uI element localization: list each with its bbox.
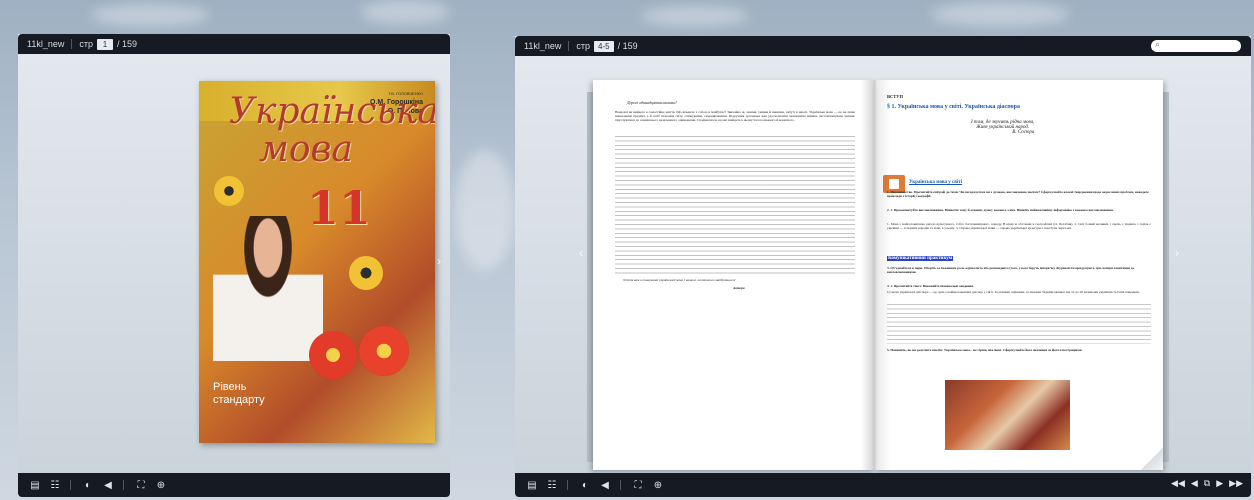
task-3: 3. Об’єднайтеся в пари. Оберіть за бажан… bbox=[887, 266, 1134, 275]
previous-page-arrow[interactable]: ‹ bbox=[579, 246, 583, 260]
page-label: стр bbox=[576, 41, 590, 51]
page-curl-corner[interactable] bbox=[1141, 448, 1163, 470]
book-cover[interactable]: Т.В. ГОЛОВЧЕНКО О.М. Горошкіна А.О. Попо… bbox=[199, 81, 435, 443]
divider bbox=[71, 39, 73, 49]
page-total: / 159 bbox=[617, 41, 638, 51]
search-icon: ⌕ bbox=[1155, 39, 1161, 49]
fullscreen-icon[interactable]: ⛶ bbox=[134, 478, 148, 492]
task-2-text: 1. Мова є найголовнішою рисою культурног… bbox=[887, 222, 1151, 231]
cover-level-line1: Рівень bbox=[213, 381, 247, 393]
left-page[interactable]: Дорогі одинадцятикласники! Невдовзі ви в… bbox=[593, 80, 875, 470]
cloud bbox=[455, 150, 515, 270]
flower-illustration bbox=[214, 176, 244, 206]
cover-title-line1: Українська bbox=[229, 91, 435, 132]
next-page-icon[interactable]: ▶ bbox=[1216, 478, 1223, 489]
last-page-icon[interactable]: ▶▶ bbox=[1229, 478, 1243, 489]
lesson-heading: § 1. Українська мова у світі. Українська… bbox=[887, 104, 1021, 110]
search-input[interactable]: ⌕ bbox=[1151, 39, 1241, 52]
document-title: 11kl_new bbox=[27, 39, 65, 49]
slide-title: Українська мова у світі bbox=[909, 180, 963, 185]
previous-page-icon[interactable]: ◀ bbox=[1191, 478, 1198, 489]
zoom-icon[interactable]: ⊕ bbox=[154, 478, 168, 492]
epigraph-author: В. Сосюра bbox=[1012, 130, 1035, 135]
top-toolbar: 11kl_new стр 1 / 159 bbox=[18, 34, 450, 54]
table-of-contents-icon[interactable]: ▤ bbox=[28, 478, 42, 492]
page-number-input[interactable]: 4-5 bbox=[594, 40, 614, 52]
page-stack-right bbox=[1163, 92, 1169, 462]
left-page-body: Невдовзі ви вийдете в самостійне життя. … bbox=[615, 110, 855, 123]
task-1: 1. Мовознавство. Прочитайте епіграф до т… bbox=[887, 190, 1149, 199]
first-page-icon[interactable]: ◀◀ bbox=[1171, 478, 1185, 489]
task-5: 5. Напишіть, як ви розумієте вислів: Укр… bbox=[887, 348, 1083, 352]
flipbook-viewer-single: 11kl_new стр 1 / 159 Т.В. ГОЛОВЧЕНКО О.М… bbox=[18, 34, 450, 497]
zoom-icon[interactable]: ⊕ bbox=[651, 478, 665, 492]
page-label: стр bbox=[79, 39, 93, 49]
cloud bbox=[930, 2, 1070, 26]
divider bbox=[567, 480, 568, 490]
document-title: 11kl_new bbox=[524, 41, 562, 51]
divider bbox=[70, 480, 71, 490]
task-2: 2. 1. Прокоментуйте висловлювання. Визна… bbox=[887, 208, 1114, 212]
next-page-arrow[interactable]: › bbox=[1175, 246, 1179, 260]
thumbnails-icon[interactable]: ☷ bbox=[545, 478, 559, 492]
cover-level: Рівень стандарту bbox=[213, 381, 265, 407]
cloud bbox=[90, 4, 210, 26]
table-of-contents-icon[interactable]: ▤ bbox=[525, 478, 539, 492]
flower-illustration bbox=[349, 256, 383, 290]
divider bbox=[620, 480, 621, 490]
sound-icon[interactable]: ◀ bbox=[101, 478, 115, 492]
page-view-icon[interactable]: ⧉ bbox=[1204, 478, 1210, 489]
divider bbox=[568, 41, 570, 51]
classroom-photo bbox=[945, 380, 1070, 450]
divider bbox=[123, 480, 124, 490]
flipbook-viewer-spread: 11kl_new стр 4-5 / 159 ⌕ ‹ › Дорогі один… bbox=[515, 36, 1251, 497]
page-total: / 159 bbox=[117, 39, 138, 49]
left-page-signature: Автори bbox=[733, 286, 745, 290]
task-4: 4. 1. Прочитайте текст. Виконайте пізнав… bbox=[887, 284, 974, 288]
left-page-greeting: Дорогі одинадцятикласники! bbox=[627, 100, 677, 105]
left-page-text-block bbox=[615, 136, 855, 274]
cloud bbox=[640, 6, 750, 26]
practicum-heading: Комунікативний практикум bbox=[887, 256, 954, 261]
task-4-text: Сучасна українська діаспора — це одна з … bbox=[887, 290, 1140, 294]
page-number-input[interactable]: 1 bbox=[97, 38, 113, 50]
left-page-wish: Успіхів вам в опануванні української мов… bbox=[623, 278, 736, 282]
page-navigation: ◀◀ ◀ ⧉ ▶ ▶▶ bbox=[1171, 478, 1243, 489]
share-icon[interactable]: ◐ bbox=[81, 478, 95, 492]
cover-title: Українська мова bbox=[229, 93, 435, 169]
bottom-toolbar: ▤ ☷ ◐ ◀ ⛶ ⊕ bbox=[18, 473, 450, 497]
practicum-label: Комунікативний практикум bbox=[887, 256, 954, 261]
right-page[interactable]: ВСТУП § 1. Українська мова у світі. Укра… bbox=[875, 80, 1163, 470]
cover-illustration bbox=[213, 216, 323, 361]
top-toolbar: 11kl_new стр 4-5 / 159 ⌕ bbox=[515, 36, 1251, 56]
thumbnails-icon[interactable]: ☷ bbox=[48, 478, 62, 492]
share-icon[interactable]: ◐ bbox=[578, 478, 592, 492]
open-book-spread: Дорогі одинадцятикласники! Невдовзі ви в… bbox=[587, 80, 1169, 470]
bottom-toolbar: ▤ ☷ ◐ ◀ ⛶ ⊕ ◀◀ ◀ ⧉ ▶ ▶▶ bbox=[515, 473, 1251, 497]
cover-title-line2: мова bbox=[259, 129, 353, 170]
flower-illustration bbox=[359, 326, 409, 376]
book-gutter-shadow bbox=[861, 80, 891, 470]
cloud bbox=[360, 0, 450, 24]
fullscreen-icon[interactable]: ⛶ bbox=[631, 478, 645, 492]
flower-illustration bbox=[309, 331, 357, 379]
right-page-text-block bbox=[887, 304, 1151, 344]
epigraph: І там, де звучить рідна мова, Живе украї… bbox=[971, 120, 1034, 135]
next-page-arrow[interactable]: › bbox=[437, 254, 441, 268]
sound-icon[interactable]: ◀ bbox=[598, 478, 612, 492]
cover-level-line2: стандарту bbox=[213, 394, 265, 406]
